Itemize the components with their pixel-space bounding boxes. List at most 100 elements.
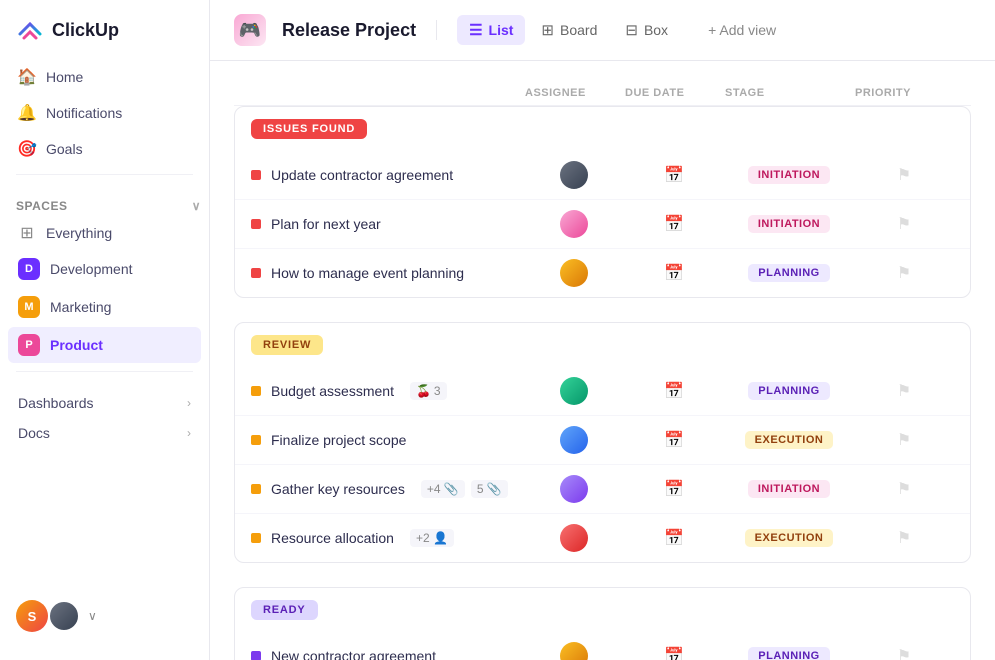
- calendar-icon: 📅: [664, 528, 684, 548]
- stage-cell: PLANNING: [724, 647, 854, 660]
- date-cell[interactable]: 📅: [624, 528, 724, 548]
- task-name-cell: Update contractor agreement: [251, 167, 524, 183]
- calendar-icon: 📅: [664, 381, 684, 401]
- task-row[interactable]: How to manage event planning 📅 PLANNING …: [235, 249, 970, 297]
- avatar: [560, 475, 588, 503]
- task-row[interactable]: Budget assessment 🍒3 📅 PLANNING ⚑: [235, 367, 970, 416]
- priority-cell[interactable]: ⚑: [854, 528, 954, 548]
- section-review: REVIEW Budget assessment 🍒3 📅 PLANNING ⚑: [234, 322, 971, 563]
- calendar-icon: 📅: [664, 165, 684, 185]
- stage-cell: EXECUTION: [724, 529, 854, 547]
- flag-icon: ⚑: [897, 381, 911, 401]
- flag-icon: ⚑: [897, 263, 911, 283]
- flag-icon: ⚑: [897, 165, 911, 185]
- footer-chevron-icon[interactable]: ∨: [88, 609, 97, 623]
- sidebar: ClickUp 🏠 Home 🔔 Notifications 🎯 Goals S…: [0, 0, 210, 660]
- priority-cell[interactable]: ⚑: [854, 263, 954, 283]
- dashboards-chevron-icon: ›: [187, 396, 191, 410]
- date-cell[interactable]: 📅: [624, 646, 724, 660]
- task-name-cell: How to manage event planning: [251, 265, 524, 281]
- date-cell[interactable]: 📅: [624, 479, 724, 499]
- nav-dashboards[interactable]: Dashboards ›: [8, 388, 201, 418]
- stage-cell: PLANNING: [724, 264, 854, 282]
- sidebar-divider-1: [16, 174, 193, 175]
- date-cell[interactable]: 📅: [624, 214, 724, 234]
- task-row[interactable]: Resource allocation +2 👤 📅 EXECUTION ⚑: [235, 514, 970, 562]
- date-cell[interactable]: 📅: [624, 165, 724, 185]
- stage-badge: INITIATION: [748, 215, 830, 233]
- col-assignee: ASSIGNEE: [525, 87, 625, 99]
- avatar: [560, 210, 588, 238]
- assignee-cell: [524, 426, 624, 454]
- avatar: [560, 377, 588, 405]
- tab-box-label: Box: [644, 22, 668, 38]
- assignee-cell: [524, 524, 624, 552]
- space-everything-label: Everything: [46, 225, 112, 241]
- priority-cell[interactable]: ⚑: [854, 214, 954, 234]
- space-development[interactable]: D Development: [8, 251, 201, 287]
- task-row[interactable]: Update contractor agreement 📅 INITIATION…: [235, 151, 970, 200]
- flag-icon: ⚑: [897, 646, 911, 660]
- task-row[interactable]: Finalize project scope 📅 EXECUTION ⚑: [235, 416, 970, 465]
- target-icon: 🎯: [18, 140, 36, 158]
- section-ready: READY New contractor agreement 📅 PLANNIN…: [234, 587, 971, 660]
- priority-cell[interactable]: ⚑: [854, 430, 954, 450]
- add-view-button[interactable]: + Add view: [696, 16, 788, 44]
- sidebar-divider-2: [16, 371, 193, 372]
- assignee-cell: [524, 161, 624, 189]
- task-row[interactable]: New contractor agreement 📅 PLANNING ⚑: [235, 632, 970, 660]
- stage-cell: INITIATION: [724, 215, 854, 233]
- task-meta: +2 👤: [410, 529, 454, 547]
- project-header: 🎮 Release Project ☰ List ⊞ Board ⊟ Box +…: [210, 0, 995, 61]
- nav-notifications-label: Notifications: [46, 105, 122, 121]
- priority-cell[interactable]: ⚑: [854, 381, 954, 401]
- tab-box[interactable]: ⊟ Box: [613, 15, 680, 45]
- task-dot-yellow: [251, 484, 261, 494]
- user-avatar-s[interactable]: S: [16, 600, 48, 632]
- review-badge: REVIEW: [251, 335, 323, 355]
- tab-board[interactable]: ⊞ Board: [529, 15, 609, 45]
- task-row[interactable]: Plan for next year 📅 INITIATION ⚑: [235, 200, 970, 249]
- avatar: [560, 161, 588, 189]
- task-name: Update contractor agreement: [271, 167, 453, 183]
- tab-list[interactable]: ☰ List: [457, 15, 525, 45]
- task-name: Finalize project scope: [271, 432, 406, 448]
- task-name: Gather key resources: [271, 481, 405, 497]
- task-name: How to manage event planning: [271, 265, 464, 281]
- task-name-cell: New contractor agreement: [251, 648, 524, 660]
- nav-home[interactable]: 🏠 Home: [8, 60, 201, 94]
- priority-cell[interactable]: ⚑: [854, 479, 954, 499]
- avatar: [560, 426, 588, 454]
- priority-cell[interactable]: ⚑: [854, 646, 954, 660]
- date-cell[interactable]: 📅: [624, 381, 724, 401]
- space-marketing[interactable]: M Marketing: [8, 289, 201, 325]
- space-product-label: Product: [50, 337, 103, 353]
- flag-icon: ⚑: [897, 214, 911, 234]
- nav-goals[interactable]: 🎯 Goals: [8, 132, 201, 166]
- task-dot-yellow: [251, 386, 261, 396]
- nav-notifications[interactable]: 🔔 Notifications: [8, 96, 201, 130]
- meta-count: 🍒3: [410, 382, 447, 400]
- task-row[interactable]: Gather key resources +4 📎 5 📎 📅 INITIATI…: [235, 465, 970, 514]
- avatar: [560, 259, 588, 287]
- stage-cell: INITIATION: [724, 480, 854, 498]
- priority-cell[interactable]: ⚑: [854, 165, 954, 185]
- date-cell[interactable]: 📅: [624, 430, 724, 450]
- user-avatar-2[interactable]: [48, 600, 80, 632]
- stage-badge: EXECUTION: [745, 529, 834, 547]
- stage-badge: EXECUTION: [745, 431, 834, 449]
- project-icon: 🎮: [234, 14, 266, 46]
- task-dot-yellow: [251, 435, 261, 445]
- task-name: Resource allocation: [271, 530, 394, 546]
- col-priority: PRIORITY: [855, 87, 955, 99]
- spaces-chevron-icon[interactable]: ∨: [192, 199, 201, 213]
- section-issues-header: ISSUES FOUND: [235, 107, 970, 151]
- docs-label: Docs: [18, 425, 50, 441]
- space-product[interactable]: P Product: [8, 327, 201, 363]
- space-everything[interactable]: ⊞ Everything: [8, 217, 201, 249]
- nav-docs[interactable]: Docs ›: [8, 418, 201, 448]
- bell-icon: 🔔: [18, 104, 36, 122]
- task-name-cell: Finalize project scope: [251, 432, 524, 448]
- task-dot-yellow: [251, 533, 261, 543]
- date-cell[interactable]: 📅: [624, 263, 724, 283]
